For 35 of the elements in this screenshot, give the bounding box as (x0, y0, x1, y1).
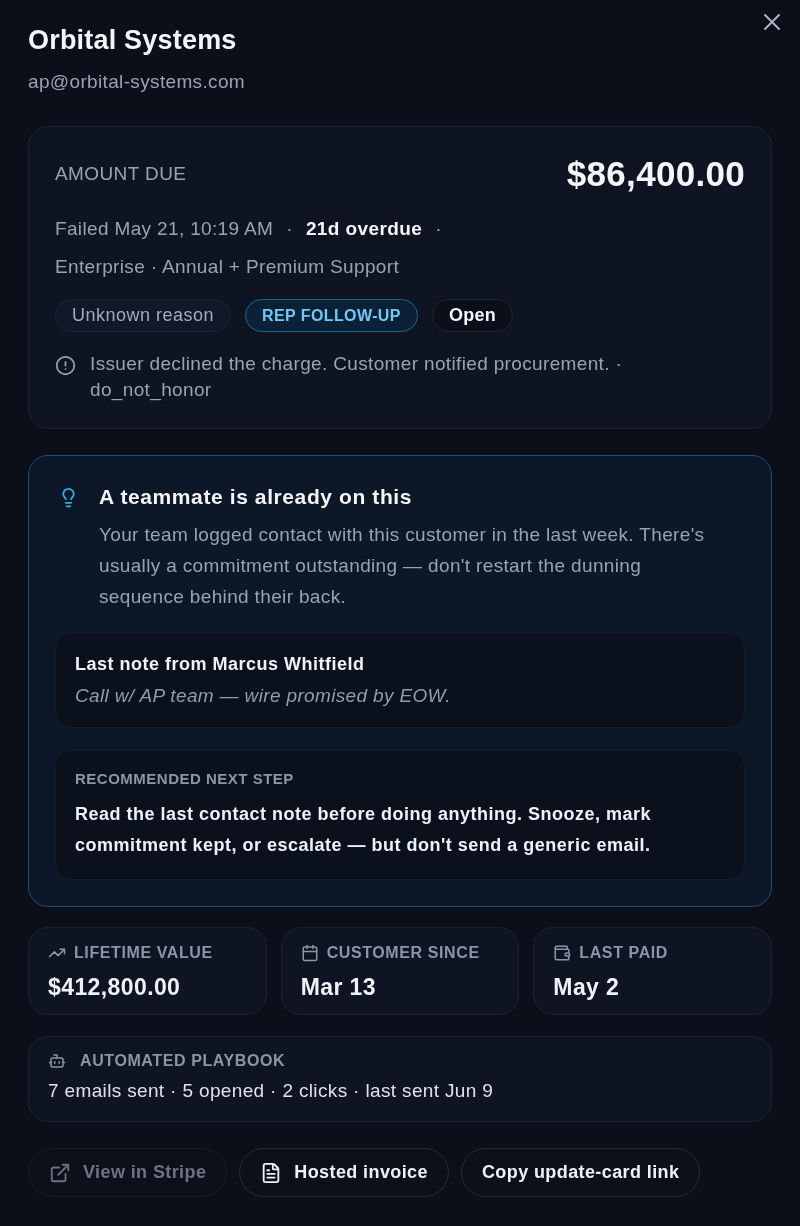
alert-circle-icon (55, 355, 76, 376)
separator-dot: · (286, 217, 293, 241)
amount-label: AMOUNT DUE (55, 163, 187, 185)
robot-icon (48, 1052, 66, 1070)
overdue-text: 21d overdue (305, 217, 423, 241)
alert-body: Your team logged contact with this customer in the last week. There's usually a commitment outstanding — don't restart the dunning sequence behind their back. (99, 523, 706, 609)
close-icon (764, 14, 780, 30)
customer-email: ap@orbital-systems.com (28, 70, 247, 94)
note-text: Call w/ AP team — wire promised by EOW. (75, 684, 452, 708)
calendar-icon (300, 944, 319, 962)
customer-name: Orbital Systems (28, 24, 237, 56)
hosted-invoice-button[interactable]: Hosted invoice (239, 1148, 449, 1197)
failed-date-text: Failed May 21, 10:19 AM (55, 217, 274, 241)
playbook-summary: 7 emails sent · 5 opened · 2 clicks · last sent Jun 9 (48, 1079, 495, 1103)
stat-value: $412,800.00 (48, 973, 182, 1001)
stat-label: LAST PAID (579, 944, 668, 962)
amount-value: $86,400.00 (566, 154, 745, 194)
wallet-icon (553, 944, 572, 962)
stat-label: LIFETIME VALUE (74, 944, 213, 962)
reason-badge: Unknown reason (55, 299, 232, 332)
playbook-label: AUTOMATED PLAYBOOK (80, 1052, 286, 1070)
stat-label: CUSTOMER SINCE (326, 944, 480, 962)
next-step-text: Read the last contact note before doing anything. Snooze, mark commitment kept, or escalate — but don't send a generic email. (75, 803, 653, 857)
plan-text: Enterprise · Annual + Premium Support (55, 255, 401, 279)
external-link-icon (49, 1161, 71, 1184)
copy-link-button[interactable]: Copy update-card link (460, 1148, 701, 1197)
note-heading: Last note from Marcus Whitfield (75, 653, 366, 676)
stat-value: Mar 13 (300, 973, 377, 1001)
follow-up-badge: REP FOLLOW-UP (245, 299, 418, 332)
next-step-label: RECOMMENDED NEXT STEP (75, 769, 295, 789)
decline-message: Issuer declined the charge. Customer notified procurement. · do_not_honor (90, 352, 623, 403)
alert-title: A teammate is already on this (99, 484, 414, 510)
separator-dot: · (435, 217, 442, 241)
status-badge: Open (431, 299, 514, 332)
stat-value: May 2 (553, 973, 621, 1001)
